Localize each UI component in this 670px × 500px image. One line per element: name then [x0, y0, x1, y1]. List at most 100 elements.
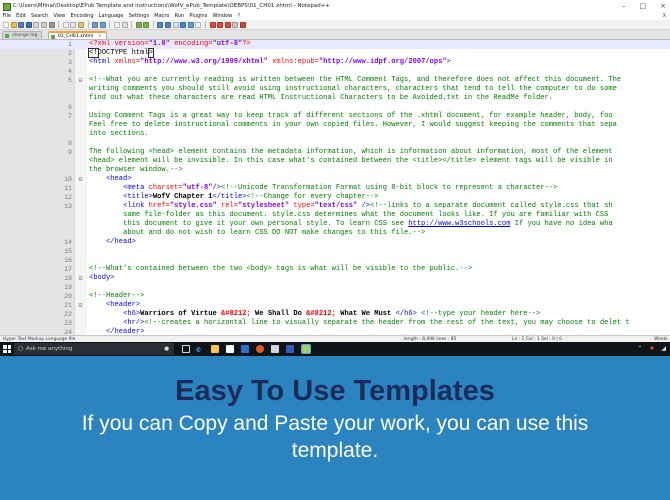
close-all-icon[interactable] — [40, 21, 47, 28]
undo-icon[interactable] — [92, 21, 99, 28]
code-line[interactable]: 7 Using Comment Tags is a great way to ke… — [0, 112, 670, 121]
menu-help[interactable]: ? — [235, 12, 243, 20]
menu-file[interactable]: File — [0, 12, 14, 20]
code-line[interactable]: writing comments you should still avoid … — [0, 85, 670, 94]
new-file-icon[interactable] — [3, 21, 9, 28]
paste-icon[interactable] — [77, 21, 84, 28]
redo-icon[interactable] — [99, 21, 106, 28]
replace-icon[interactable] — [121, 21, 128, 28]
print-icon[interactable] — [48, 21, 55, 28]
code-line[interactable]: 17 <!--What's contained between the two <… — [0, 265, 670, 274]
fold-toggle-icon[interactable]: ⊟ — [77, 274, 84, 283]
menu-window[interactable]: Window — [210, 12, 235, 20]
open-file-icon[interactable] — [10, 21, 17, 28]
indent-guide-icon[interactable] — [180, 21, 187, 28]
microphone-icon[interactable]: ● — [164, 343, 169, 355]
windows-start-icon[interactable] — [3, 345, 11, 353]
code-line[interactable]: 1 <?xml version="1.0" encoding="utf-8"?> — [0, 40, 670, 49]
code-line[interactable]: 18 ⊟ <body> — [0, 274, 670, 283]
menu-run[interactable]: Run — [172, 12, 187, 20]
code-line[interactable]: 23 <hr/><!--creates a horizontal line to… — [0, 319, 670, 328]
firefox-icon[interactable] — [256, 345, 264, 353]
code-line[interactable]: 14 </head> — [0, 238, 670, 247]
maximize-icon[interactable]: □ — [640, 0, 647, 12]
code-line[interactable]: 2 <!DOCTYPE html> — [0, 48, 670, 58]
tab-close-icon[interactable]: × — [98, 34, 102, 39]
menu-search[interactable]: Search — [28, 12, 50, 20]
edge-browser-icon[interactable]: e — [196, 345, 201, 354]
code-token[interactable]: http://www.w3schools.com — [408, 220, 510, 228]
code-line[interactable]: 5 ⊟ <!--What you are currently reading is … — [0, 76, 670, 85]
code-line[interactable]: 21 ⊟ <header> — [0, 301, 670, 310]
code-line[interactable]: 4 — [0, 67, 670, 76]
code-line[interactable]: 11 <meta charset="utf-8"/><!--Unicode Tr… — [0, 184, 670, 193]
sync-scroll-icon[interactable] — [157, 21, 164, 28]
save-all-icon[interactable] — [25, 21, 32, 28]
play-macro-icon[interactable] — [224, 21, 231, 28]
code-line[interactable]: 9 The following <head> element contains t… — [0, 148, 670, 157]
app-icon-grey[interactable] — [271, 345, 279, 353]
code-line[interactable]: find out what these characters are read … — [0, 94, 670, 103]
code-line[interactable]: 24 </header> — [0, 328, 670, 335]
menu-edit[interactable]: Edit — [14, 12, 29, 20]
code-line[interactable]: same file-folder as this document. style… — [0, 211, 670, 220]
run-macro-multiple-icon[interactable] — [232, 21, 239, 28]
code-line[interactable]: 8 — [0, 139, 670, 148]
task-view-icon[interactable] — [182, 345, 190, 353]
app-icon-blue[interactable] — [241, 345, 249, 353]
code-line[interactable]: 12 <title>WofV Chapter 1</title><!--Chan… — [0, 193, 670, 202]
record-macro-icon[interactable] — [209, 21, 216, 28]
code-editor[interactable]: 1 <?xml version="1.0" encoding="utf-8"?> 2… — [0, 40, 670, 335]
tab-change-log[interactable]: change.log — [2, 31, 43, 39]
code-line[interactable]: 15 — [0, 247, 670, 256]
save-macro-icon[interactable] — [240, 21, 246, 28]
menu-view[interactable]: View — [51, 12, 68, 20]
word-icon[interactable] — [286, 345, 294, 353]
word-wrap-icon[interactable] — [165, 21, 172, 28]
save-icon[interactable] — [18, 21, 25, 28]
code-line[interactable]: Feel free to delete instructional commen… — [0, 121, 670, 130]
doc-map-icon[interactable] — [187, 21, 194, 28]
code-line[interactable]: 22 <h6>Warriors of Virtue &#8212; We Sha… — [0, 310, 670, 319]
code-line[interactable]: 19 — [0, 283, 670, 292]
code-line[interactable]: 20 <!--Header--> — [0, 292, 670, 301]
code-line[interactable]: 10 ⊟ <head> — [0, 175, 670, 184]
code-line[interactable]: into sections. — [0, 130, 670, 139]
menu-plugins[interactable]: Plugins — [187, 12, 210, 20]
code-line[interactable]: this document to give it your own person… — [0, 220, 670, 229]
stop-macro-icon[interactable] — [217, 21, 224, 28]
function-list-icon[interactable] — [195, 21, 202, 28]
code-line[interactable]: 16 — [0, 256, 670, 265]
code-line[interactable]: 13 <link href="style.css" rel="styleshee… — [0, 202, 670, 211]
menu-macro[interactable]: Macro — [152, 12, 172, 20]
show-all-chars-icon[interactable] — [172, 21, 179, 28]
find-icon[interactable] — [113, 21, 120, 28]
close-icon[interactable]: × — [660, 0, 666, 12]
fold-toggle-icon[interactable]: ⊟ — [77, 175, 84, 184]
menu-language[interactable]: Language — [96, 12, 126, 20]
cut-icon[interactable] — [62, 21, 69, 28]
close-file-icon[interactable] — [33, 21, 40, 28]
file-explorer-icon[interactable] — [211, 345, 219, 353]
fold-toggle-icon[interactable]: ⊟ — [77, 301, 84, 310]
notepad-plus-plus-taskbar-icon[interactable] — [301, 344, 311, 354]
code-line[interactable]: <head> element will be invisible. In thi… — [0, 157, 670, 166]
fold-toggle-icon[interactable]: ⊟ — [77, 76, 84, 85]
taskbar-search-box[interactable]: ○ Ask me anything ● — [14, 343, 174, 355]
document-close-button[interactable]: X — [663, 12, 666, 20]
tray-alert-icon[interactable]: ■ — [650, 346, 654, 352]
volume-icon[interactable]: ◢ — [661, 346, 666, 352]
copy-icon[interactable] — [70, 21, 77, 28]
zoom-in-icon[interactable] — [135, 21, 142, 28]
minimize-icon[interactable]: – — [622, 0, 626, 12]
tab-01-ch01-xhtml[interactable]: 01_CH01.xhtml × — [48, 31, 107, 39]
zoom-out-icon[interactable] — [143, 21, 150, 28]
menu-settings[interactable]: Settings — [126, 12, 152, 20]
code-line[interactable]: about and do not wish to learn CSS DO NO… — [0, 229, 670, 238]
code-line[interactable]: 3 <html xmlns="http://www.w3.org/1999/xht… — [0, 58, 670, 67]
code-line[interactable]: the browser window.--> — [0, 166, 670, 175]
tray-chevron-icon[interactable]: ⌃ — [637, 346, 642, 352]
store-icon[interactable] — [226, 345, 234, 353]
code-line[interactable]: 6 — [0, 103, 670, 112]
menu-encoding[interactable]: Encoding — [68, 12, 96, 20]
